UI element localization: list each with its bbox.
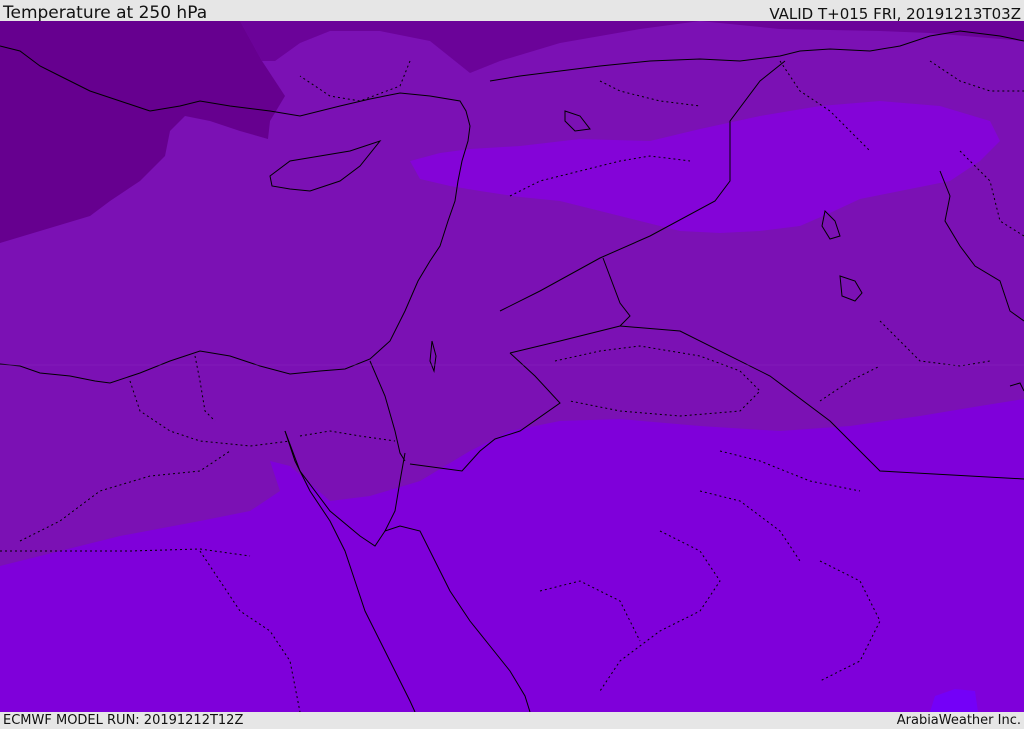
credit: ArabiaWeather Inc. bbox=[896, 713, 1021, 728]
map-title: Temperature at 250 hPa bbox=[3, 3, 208, 23]
map-canvas bbox=[0, 21, 1024, 712]
temperature-map bbox=[0, 21, 1024, 712]
footer-bar: ECMWF MODEL RUN: 20191212T12Z ArabiaWeat… bbox=[0, 712, 1024, 729]
header-bar: Temperature at 250 hPa VALID T+015 FRI, … bbox=[0, 0, 1024, 23]
model-run: ECMWF MODEL RUN: 20191212T12Z bbox=[3, 713, 244, 728]
